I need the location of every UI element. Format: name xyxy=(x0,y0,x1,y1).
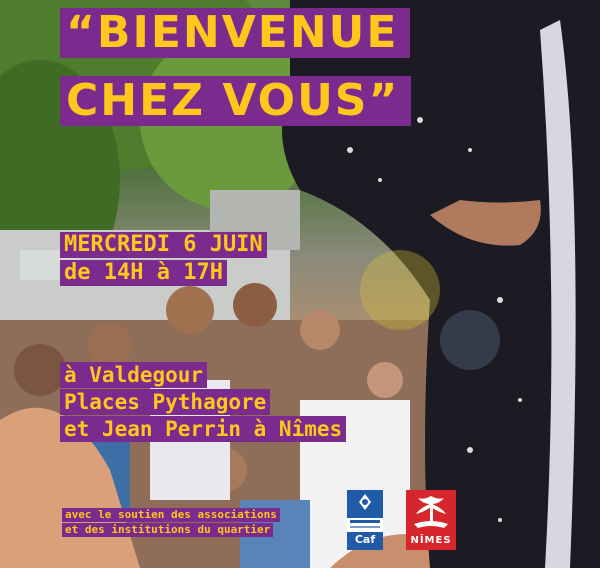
support-line-1: avec le soutien des associations xyxy=(62,508,280,522)
caf-logo: Caf xyxy=(347,490,383,550)
nimes-logo-label: NÎMES xyxy=(410,535,452,546)
place-line-2: Places Pythagore xyxy=(60,389,271,415)
crocodile-palm-icon xyxy=(414,496,448,528)
title-line-2: CHEZ VOUS” xyxy=(60,76,412,126)
place-line-1: à Valdegour xyxy=(60,362,208,388)
caf-logo-label: Caf xyxy=(354,533,376,546)
nimes-logo: NÎMES xyxy=(406,490,456,550)
support-line-2: et des institutions du quartier xyxy=(62,523,274,537)
place-line-3: et Jean Perrin à Nîmes xyxy=(60,416,347,442)
title-line-1: “BIENVENUE xyxy=(60,8,411,58)
date-line-2: de 14H à 17H xyxy=(60,260,227,286)
event-poster: “BIENVENUE CHEZ VOUS” MERCREDI 6 JUIN de… xyxy=(0,0,600,568)
date-line-1: MERCREDI 6 JUIN xyxy=(60,232,267,258)
